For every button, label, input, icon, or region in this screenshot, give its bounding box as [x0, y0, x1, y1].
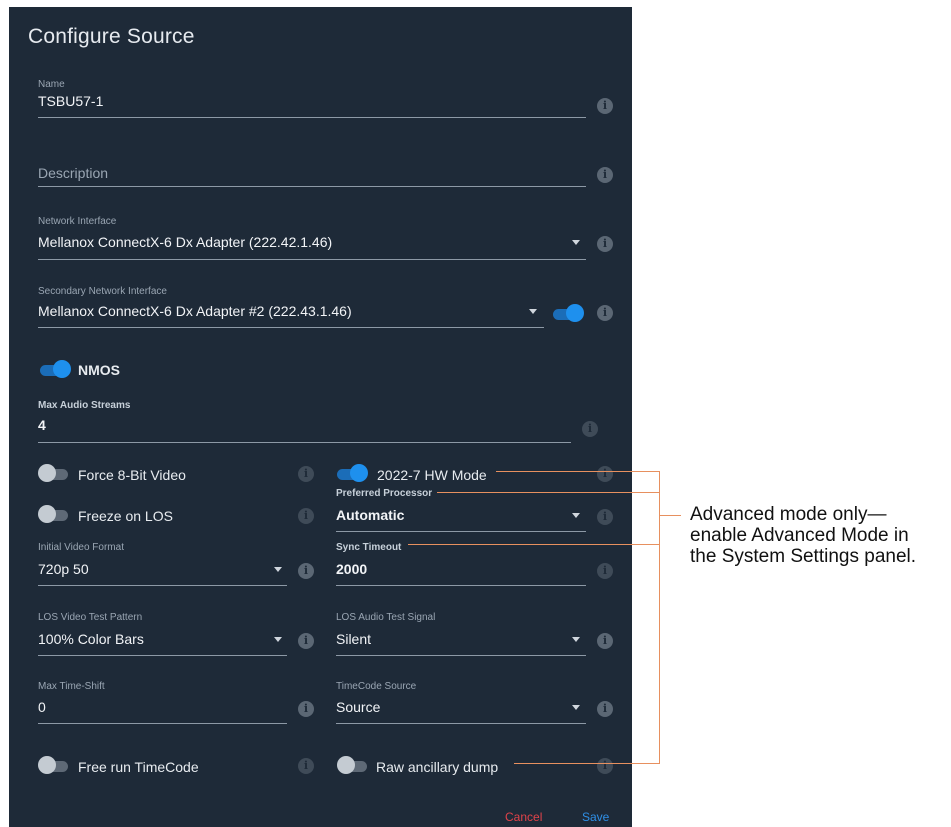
max-time-shift-underline — [38, 723, 287, 724]
sync-timeout-underline — [336, 585, 586, 586]
info-icon[interactable]: i — [597, 305, 613, 321]
sync-timeout-label: Sync Timeout — [336, 542, 402, 553]
max-audio-streams-field[interactable]: 4 — [38, 417, 46, 433]
raw-ancillary-dump-label: Raw ancillary dump — [376, 759, 499, 775]
freeze-los-toggle[interactable] — [38, 505, 70, 525]
chevron-down-icon[interactable] — [529, 309, 537, 314]
cancel-button[interactable]: Cancel — [505, 810, 542, 824]
info-icon[interactable]: i — [597, 563, 613, 579]
annotation-line-3: the System Settings panel. — [690, 546, 917, 567]
max-time-shift-field[interactable]: 0 — [38, 699, 46, 715]
los-video-pattern-label: LOS Video Test Pattern — [38, 612, 143, 623]
initial-video-format-label: Initial Video Format — [38, 542, 124, 553]
secondary-interface-underline — [38, 327, 544, 328]
description-underline — [38, 186, 586, 187]
description-field[interactable]: Description — [38, 165, 108, 181]
annotation-line-2: enable Advanced Mode in — [690, 525, 909, 546]
info-icon[interactable]: i — [597, 466, 613, 482]
secondary-interface-toggle[interactable] — [553, 304, 584, 324]
hw-mode-toggle[interactable] — [337, 464, 368, 484]
los-video-pattern-select[interactable]: 100% Color Bars — [38, 631, 144, 647]
advanced-mode-annotation: Advanced mode only— enable Advanced Mode… — [690, 504, 916, 567]
free-run-timecode-label: Free run TimeCode — [78, 759, 199, 775]
max-audio-streams-label: Max Audio Streams — [38, 400, 131, 411]
chevron-down-icon[interactable] — [274, 637, 282, 642]
hw-mode-label: 2022-7 HW Mode — [377, 467, 487, 483]
annotation-line-1: Advanced mode only— — [690, 504, 887, 525]
nmos-label: NMOS — [78, 362, 120, 378]
force-8bit-label: Force 8-Bit Video — [78, 467, 186, 483]
los-audio-signal-select[interactable]: Silent — [336, 631, 371, 647]
force-8bit-toggle[interactable] — [38, 464, 70, 484]
info-icon[interactable]: i — [582, 421, 598, 437]
dialog-title: Configure Source — [28, 25, 195, 48]
leader-line — [408, 544, 660, 545]
info-icon[interactable]: i — [597, 509, 613, 525]
info-icon[interactable]: i — [597, 701, 613, 717]
save-button[interactable]: Save — [582, 810, 609, 824]
secondary-interface-select[interactable]: Mellanox ConnectX-6 Dx Adapter #2 (222.4… — [38, 303, 352, 319]
chevron-down-icon[interactable] — [572, 513, 580, 518]
chevron-down-icon[interactable] — [572, 240, 580, 245]
leader-line — [659, 515, 681, 516]
nmos-toggle[interactable] — [40, 360, 71, 380]
info-icon[interactable]: i — [597, 758, 613, 774]
initial-video-format-underline — [38, 585, 287, 586]
info-icon[interactable]: i — [298, 508, 314, 524]
los-audio-signal-underline — [336, 655, 586, 656]
info-icon[interactable]: i — [597, 236, 613, 252]
free-run-timecode-toggle[interactable] — [38, 756, 70, 776]
info-icon[interactable]: i — [298, 466, 314, 482]
chevron-down-icon[interactable] — [274, 567, 282, 572]
chevron-down-icon[interactable] — [572, 705, 580, 710]
preferred-processor-select[interactable]: Automatic — [336, 507, 404, 523]
sync-timeout-field[interactable]: 2000 — [336, 561, 367, 577]
name-underline — [38, 117, 586, 118]
info-icon[interactable]: i — [597, 633, 613, 649]
los-audio-signal-label: LOS Audio Test Signal — [336, 612, 436, 623]
freeze-los-label: Freeze on LOS — [78, 508, 173, 524]
max-time-shift-label: Max Time-Shift — [38, 681, 105, 692]
info-icon[interactable]: i — [597, 98, 613, 114]
network-interface-select[interactable]: Mellanox ConnectX-6 Dx Adapter (222.42.1… — [38, 234, 332, 250]
preferred-processor-underline — [336, 531, 586, 532]
leader-line — [496, 471, 660, 472]
initial-video-format-select[interactable]: 720p 50 — [38, 561, 89, 577]
info-icon[interactable]: i — [298, 563, 314, 579]
network-interface-label: Network Interface — [38, 216, 117, 227]
timecode-source-select[interactable]: Source — [336, 699, 380, 715]
raw-ancillary-dump-toggle[interactable] — [337, 756, 369, 776]
timecode-source-label: TimeCode Source — [336, 681, 417, 692]
configure-source-dialog: Configure Source Name TSBU57-1 i Descrip… — [9, 7, 632, 827]
info-icon[interactable]: i — [298, 758, 314, 774]
preferred-processor-label: Preferred Processor — [336, 488, 433, 499]
max-audio-streams-underline — [38, 442, 571, 443]
name-field[interactable]: TSBU57-1 — [38, 93, 103, 109]
network-interface-underline — [38, 259, 586, 260]
chevron-down-icon[interactable] — [572, 637, 580, 642]
info-icon[interactable]: i — [298, 701, 314, 717]
info-icon[interactable]: i — [298, 633, 314, 649]
secondary-interface-label: Secondary Network Interface — [38, 286, 167, 297]
leader-line — [437, 492, 660, 493]
los-video-pattern-underline — [38, 655, 287, 656]
name-label: Name — [38, 79, 65, 90]
info-icon[interactable]: i — [597, 167, 613, 183]
timecode-source-underline — [336, 723, 586, 724]
leader-line — [514, 763, 660, 764]
